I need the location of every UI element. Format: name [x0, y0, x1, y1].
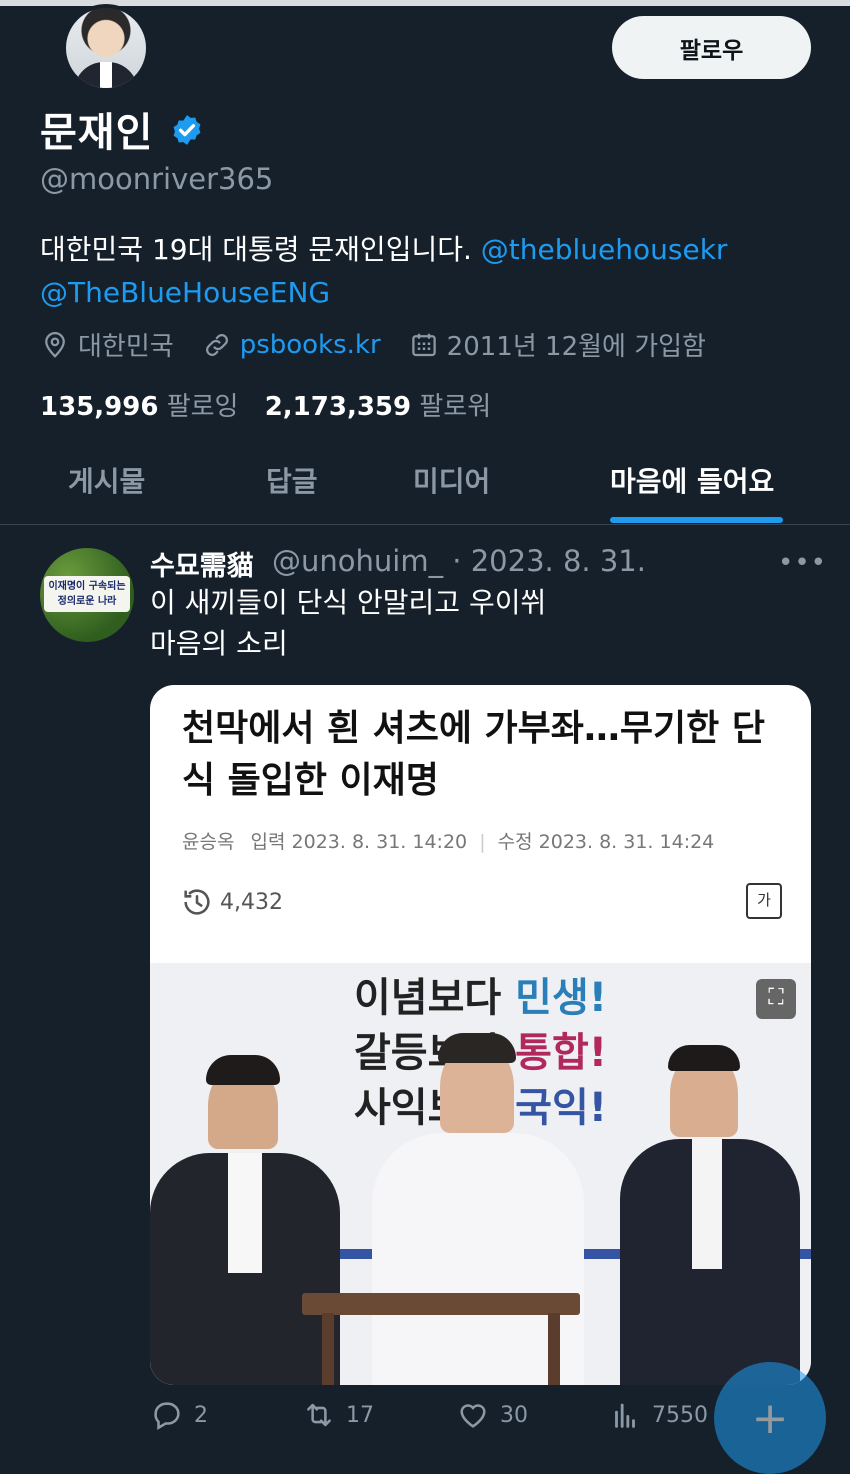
- profile-avatar[interactable]: [62, 4, 150, 92]
- retweet-button[interactable]: 17: [302, 1398, 374, 1432]
- reply-button[interactable]: 2: [150, 1398, 208, 1432]
- article-edit-label: 수정: [497, 831, 533, 853]
- top-strip: [0, 0, 850, 6]
- meta-divider: |: [479, 831, 486, 853]
- active-tab-indicator: [610, 517, 783, 523]
- followers-count: 2,173,359: [264, 392, 412, 422]
- profile-meta: 대한민국 psbooks.kr 2011년 12월에 가입함: [40, 326, 706, 363]
- expand-image-icon[interactable]: ⛶: [756, 979, 796, 1019]
- low-table-leg-right: [548, 1313, 560, 1385]
- tweet-text: 이 새끼들이 단식 안말리고 우이쒸 마음의 소리: [150, 582, 546, 664]
- article-views-count: 4,432: [220, 889, 283, 915]
- profile-name: 문재인: [40, 110, 154, 156]
- profile-handle: @moonriver365: [40, 162, 274, 196]
- article-input-label: 입력: [250, 831, 286, 853]
- views-count: 7550: [652, 1402, 708, 1428]
- font-size-icon[interactable]: 가: [746, 883, 782, 919]
- low-table: [302, 1293, 580, 1315]
- like-button[interactable]: 30: [456, 1398, 528, 1432]
- verified-badge-icon: [173, 115, 201, 145]
- like-count: 30: [500, 1402, 528, 1428]
- article-edit-date: 2023. 8. 31. 14:24: [538, 831, 715, 853]
- tweet-author-avatar[interactable]: 이재명이 구속되는 정의로운 나라: [40, 548, 134, 642]
- person-right-shirt: [692, 1139, 722, 1269]
- analytics-icon: [615, 1403, 635, 1428]
- article-reporter: 윤승옥: [182, 831, 235, 853]
- location-text: 대한민국: [78, 332, 174, 362]
- tab-media[interactable]: 미디어: [413, 460, 490, 500]
- profile-stats: 135,996 팔로잉 2,173,359 팔로워: [40, 386, 491, 423]
- followers-stat[interactable]: 2,173,359 팔로워: [265, 392, 491, 422]
- person-center-hair: [438, 1033, 516, 1063]
- bio-link-bluehouseeng[interactable]: @TheBlueHouseENG: [40, 276, 330, 309]
- website-item[interactable]: psbooks.kr: [202, 330, 381, 360]
- calendar-icon: [411, 333, 436, 356]
- joined-text: 2011년 12월에 가입함: [446, 332, 706, 362]
- article-meta: 윤승옥 입력 2023. 8. 31. 14:20 | 수정 2023. 8. …: [182, 827, 714, 854]
- bio-link-bluehousekr[interactable]: @thebluehousekr: [481, 233, 728, 266]
- joined-item: 2011년 12월에 가입함: [409, 326, 706, 363]
- tab-replies[interactable]: 답글: [266, 460, 318, 500]
- profile-tabs: 게시물 답글 미디어 마음에 들어요: [0, 448, 850, 525]
- tweet-handle-date[interactable]: @unohuim_ · 2023. 8. 31.: [272, 544, 646, 578]
- avatar-sign: 이재명이 구속되는 정의로운 나라: [44, 576, 130, 612]
- followers-label: 팔로워: [419, 392, 492, 422]
- tab-likes[interactable]: 마음에 들어요: [610, 460, 774, 500]
- more-options-icon[interactable]: •••: [778, 548, 827, 578]
- views-button[interactable]: 7550: [608, 1398, 708, 1432]
- clock-icon: [184, 889, 210, 915]
- bio-text: 대한민국 19대 대통령 문재인입니다.: [40, 233, 481, 266]
- article-photo: 이념보다 민생! 갈등보다 통합! 사익보다 국익! ⛶: [150, 963, 811, 1385]
- heart-icon: [460, 1404, 486, 1428]
- profile-bio: 대한민국 19대 대통령 문재인입니다. @thebluehousekr @Th…: [40, 228, 800, 314]
- link-icon: [205, 333, 228, 356]
- slogan-line-1: 이념보다 민생!: [354, 975, 607, 1021]
- follow-button[interactable]: 팔로우: [612, 16, 811, 79]
- location-item: 대한민국: [40, 326, 174, 363]
- location-pin-icon: [45, 331, 65, 358]
- article-input-date: 2023. 8. 31. 14:20: [291, 831, 468, 853]
- following-label: 팔로잉: [166, 392, 239, 422]
- person-left-hair: [206, 1055, 280, 1085]
- retweet-count: 17: [346, 1402, 374, 1428]
- person-right-hair: [668, 1045, 740, 1071]
- retweet-icon: [307, 1403, 331, 1427]
- avatar-shirt: [100, 62, 112, 88]
- tweet-line-2: 마음의 소리: [150, 627, 288, 660]
- article-views: 4,432: [180, 885, 283, 919]
- tweet-media-card[interactable]: 천막에서 흰 셔츠에 가부좌…무기한 단식 돌입한 이재명 윤승옥 입력 202…: [150, 685, 811, 1385]
- website-link[interactable]: psbooks.kr: [240, 330, 381, 360]
- article-headline: 천막에서 흰 셔츠에 가부좌…무기한 단식 돌입한 이재명: [182, 708, 765, 801]
- following-stat[interactable]: 135,996 팔로잉: [40, 392, 238, 422]
- person-left-shirt: [228, 1153, 262, 1273]
- tab-posts[interactable]: 게시물: [68, 460, 145, 500]
- tweet-author-name[interactable]: 수묘需貓: [150, 544, 254, 583]
- reply-icon: [154, 1402, 180, 1431]
- compose-fab-icon[interactable]: +: [714, 1362, 826, 1474]
- reply-count: 2: [194, 1402, 208, 1428]
- low-table-leg-left: [322, 1313, 334, 1385]
- tweet-line-1: 이 새끼들이 단식 안말리고 우이쒸: [150, 586, 547, 619]
- following-count: 135,996: [40, 392, 159, 422]
